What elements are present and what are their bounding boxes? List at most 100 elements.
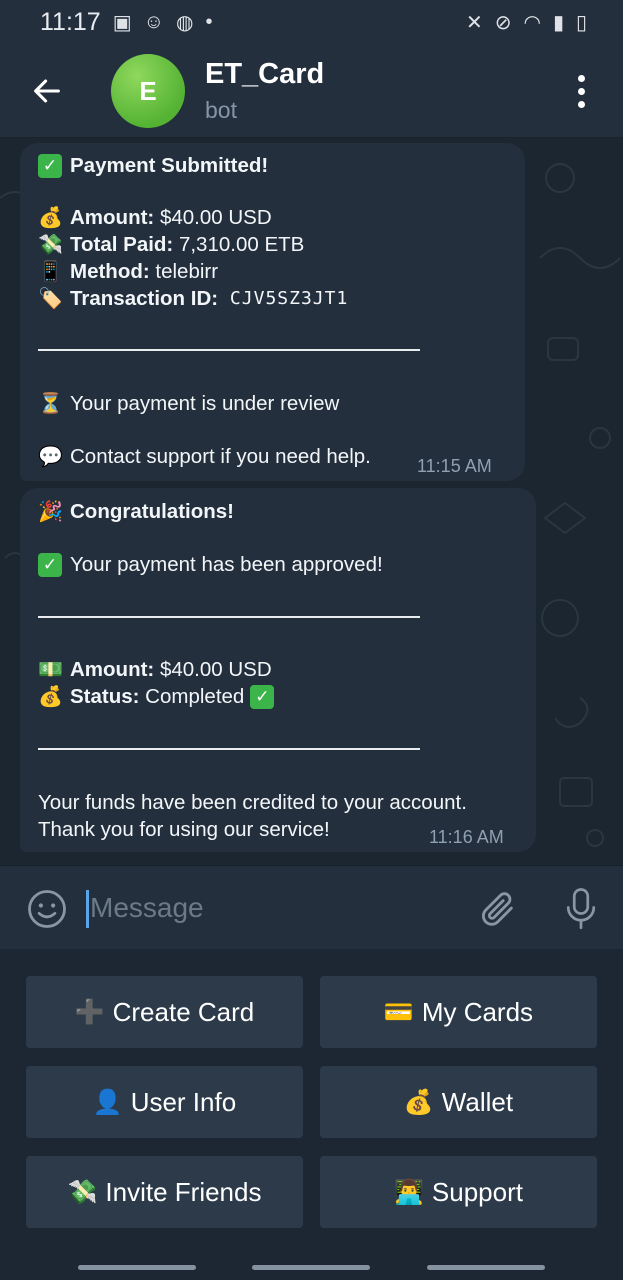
button-label: Wallet	[441, 1086, 514, 1117]
mute-icon: ✕	[465, 11, 483, 34]
message-line: Your funds have been credited to your ac…	[38, 790, 467, 817]
field-value: $40.00 USD	[154, 206, 272, 229]
technologist-icon: 👨‍💻	[394, 1178, 424, 1206]
money-bag-icon: 💰	[38, 686, 63, 708]
message-composer	[0, 865, 623, 949]
message-line: ⏳ Your payment is under review	[38, 391, 339, 418]
divider	[38, 748, 420, 750]
snapchat-notification-icon: ☺	[143, 10, 165, 33]
message-text: Contact support if you need help.	[70, 445, 371, 468]
message-heading: Payment Submitted!	[70, 154, 269, 177]
message-text: Thank you for using our service!	[38, 818, 330, 841]
divider	[38, 349, 420, 351]
button-label: Invite Friends	[105, 1176, 262, 1207]
field-label: Total Paid:	[70, 233, 174, 256]
invite-friends-button[interactable]: 💸 Invite Friends	[26, 1156, 303, 1228]
emoji-button[interactable]	[26, 888, 68, 930]
button-label: User Info	[130, 1086, 237, 1117]
gallery-notification-icon: ▣	[112, 11, 132, 34]
field-value: $40.00 USD	[154, 658, 272, 681]
message-line: ✓ Your payment has been approved!	[38, 552, 383, 579]
signal-icon: ▮	[552, 11, 564, 34]
message-line: ✓ Payment Submitted!	[38, 153, 268, 180]
message-text: Your payment has been approved!	[70, 553, 383, 576]
credit-card-icon: 💳	[383, 998, 414, 1026]
check-mark-icon: ✓	[250, 685, 275, 710]
button-label: Create Card	[112, 996, 255, 1027]
microphone-icon	[566, 888, 596, 930]
message-line: 💰 Status: Completed ✓	[38, 684, 282, 711]
message-line: 💬 Contact support if you need help.	[38, 444, 371, 471]
nav-home[interactable]	[252, 1265, 370, 1270]
user-info-button[interactable]: 👤 User Info	[26, 1066, 303, 1138]
chat-area[interactable]: ✓ Payment Submitted! 💰 Amount: $40.00 US…	[0, 138, 623, 865]
mobile-phone-icon: 📱	[38, 261, 63, 283]
avatar[interactable]: E	[111, 54, 185, 128]
arrow-left-icon	[34, 79, 60, 103]
field-label: Amount:	[70, 658, 155, 681]
message-line: 💰 Amount: $40.00 USD	[38, 205, 272, 232]
money-wings-icon: 💸	[38, 234, 63, 256]
wallet-button[interactable]: 💰 Wallet	[320, 1066, 597, 1138]
money-bag-icon: 💰	[38, 207, 63, 229]
money-wings-icon: 💸	[67, 1178, 98, 1206]
status-time: 11:17	[40, 7, 101, 36]
chat-subtitle: bot	[205, 97, 237, 123]
field-value: 7,310.00 ETB	[173, 233, 305, 256]
message-line: 💸 Total Paid: 7,310.00 ETB	[38, 232, 304, 259]
battery-icon: ▯	[575, 11, 587, 34]
voice-message-button[interactable]	[563, 886, 599, 932]
system-navigation-bar	[0, 1254, 623, 1280]
label-tag-icon: 🏷️	[38, 288, 63, 310]
dollar-banknote-icon: 💵	[38, 659, 63, 681]
message-line: 📱 Method: telebirr	[38, 259, 218, 286]
message-input[interactable]	[88, 884, 448, 932]
nav-back[interactable]	[427, 1265, 545, 1270]
app-notification-icon: ◍	[176, 11, 194, 34]
data-saver-icon: ⊘	[494, 11, 512, 34]
message-line: 💵 Amount: $40.00 USD	[38, 657, 272, 684]
field-label: Transaction ID:	[70, 287, 219, 310]
check-mark-icon: ✓	[38, 154, 62, 179]
button-label: My Cards	[421, 996, 534, 1027]
message-bubble-payment-submitted[interactable]: ✓ Payment Submitted! 💰 Amount: $40.00 US…	[20, 143, 525, 481]
back-button[interactable]	[26, 70, 68, 112]
party-popper-icon: 🎉	[38, 501, 63, 523]
chat-title[interactable]: ET_Card	[205, 58, 324, 91]
field-label: Method:	[70, 260, 150, 283]
message-text: Your funds have been credited to your ac…	[38, 791, 467, 814]
my-cards-button[interactable]: 💳 My Cards	[320, 976, 597, 1048]
more-vertical-icon-dot	[577, 100, 585, 108]
user-silhouette-icon: 👤	[92, 1088, 123, 1116]
status-bar: 11:17 ▣ ☺ ◍ • ✕ ⊘ ◠ ▮ ▯	[0, 0, 623, 44]
message-line: Thank you for using our service!	[38, 817, 330, 844]
money-bag-icon: 💰	[403, 1088, 434, 1116]
support-button[interactable]: 👨‍💻 Support	[320, 1156, 597, 1228]
message-bubble-payment-approved[interactable]: 🎉 Congratulations! ✓ Your payment has be…	[20, 488, 536, 852]
message-text: Your payment is under review	[70, 392, 340, 415]
paperclip-icon	[481, 892, 513, 926]
check-mark-icon: ✓	[38, 553, 62, 578]
more-vertical-icon-dot	[577, 87, 585, 95]
message-line: 🎉 Congratulations!	[38, 499, 234, 526]
field-label: Status:	[70, 685, 140, 708]
button-label: Support	[431, 1176, 523, 1207]
more-vertical-icon	[577, 74, 585, 82]
hourglass-icon: ⏳	[38, 393, 63, 415]
more-options-button[interactable]	[566, 70, 596, 112]
message-timestamp: 11:16 AM	[429, 827, 504, 847]
field-label: Amount:	[70, 206, 155, 229]
smiley-icon	[28, 890, 66, 928]
plus-icon: ➕	[74, 998, 105, 1026]
wifi-icon: ◠	[523, 11, 541, 34]
divider	[38, 616, 420, 618]
chat-header: E ET_Card bot	[0, 44, 623, 138]
create-card-button[interactable]: ➕ Create Card	[26, 976, 303, 1048]
nav-recent-apps[interactable]	[78, 1265, 196, 1270]
message-timestamp: 11:15 AM	[417, 456, 492, 476]
transaction-id-value[interactable]: CJV5SZ3JT1	[218, 286, 348, 313]
attach-button[interactable]	[478, 888, 518, 930]
bot-keyboard: ➕ Create Card 💳 My Cards 👤 User Info 💰 W…	[0, 949, 623, 1254]
message-heading: Congratulations!	[70, 500, 234, 523]
avatar-letter: E	[139, 75, 157, 106]
